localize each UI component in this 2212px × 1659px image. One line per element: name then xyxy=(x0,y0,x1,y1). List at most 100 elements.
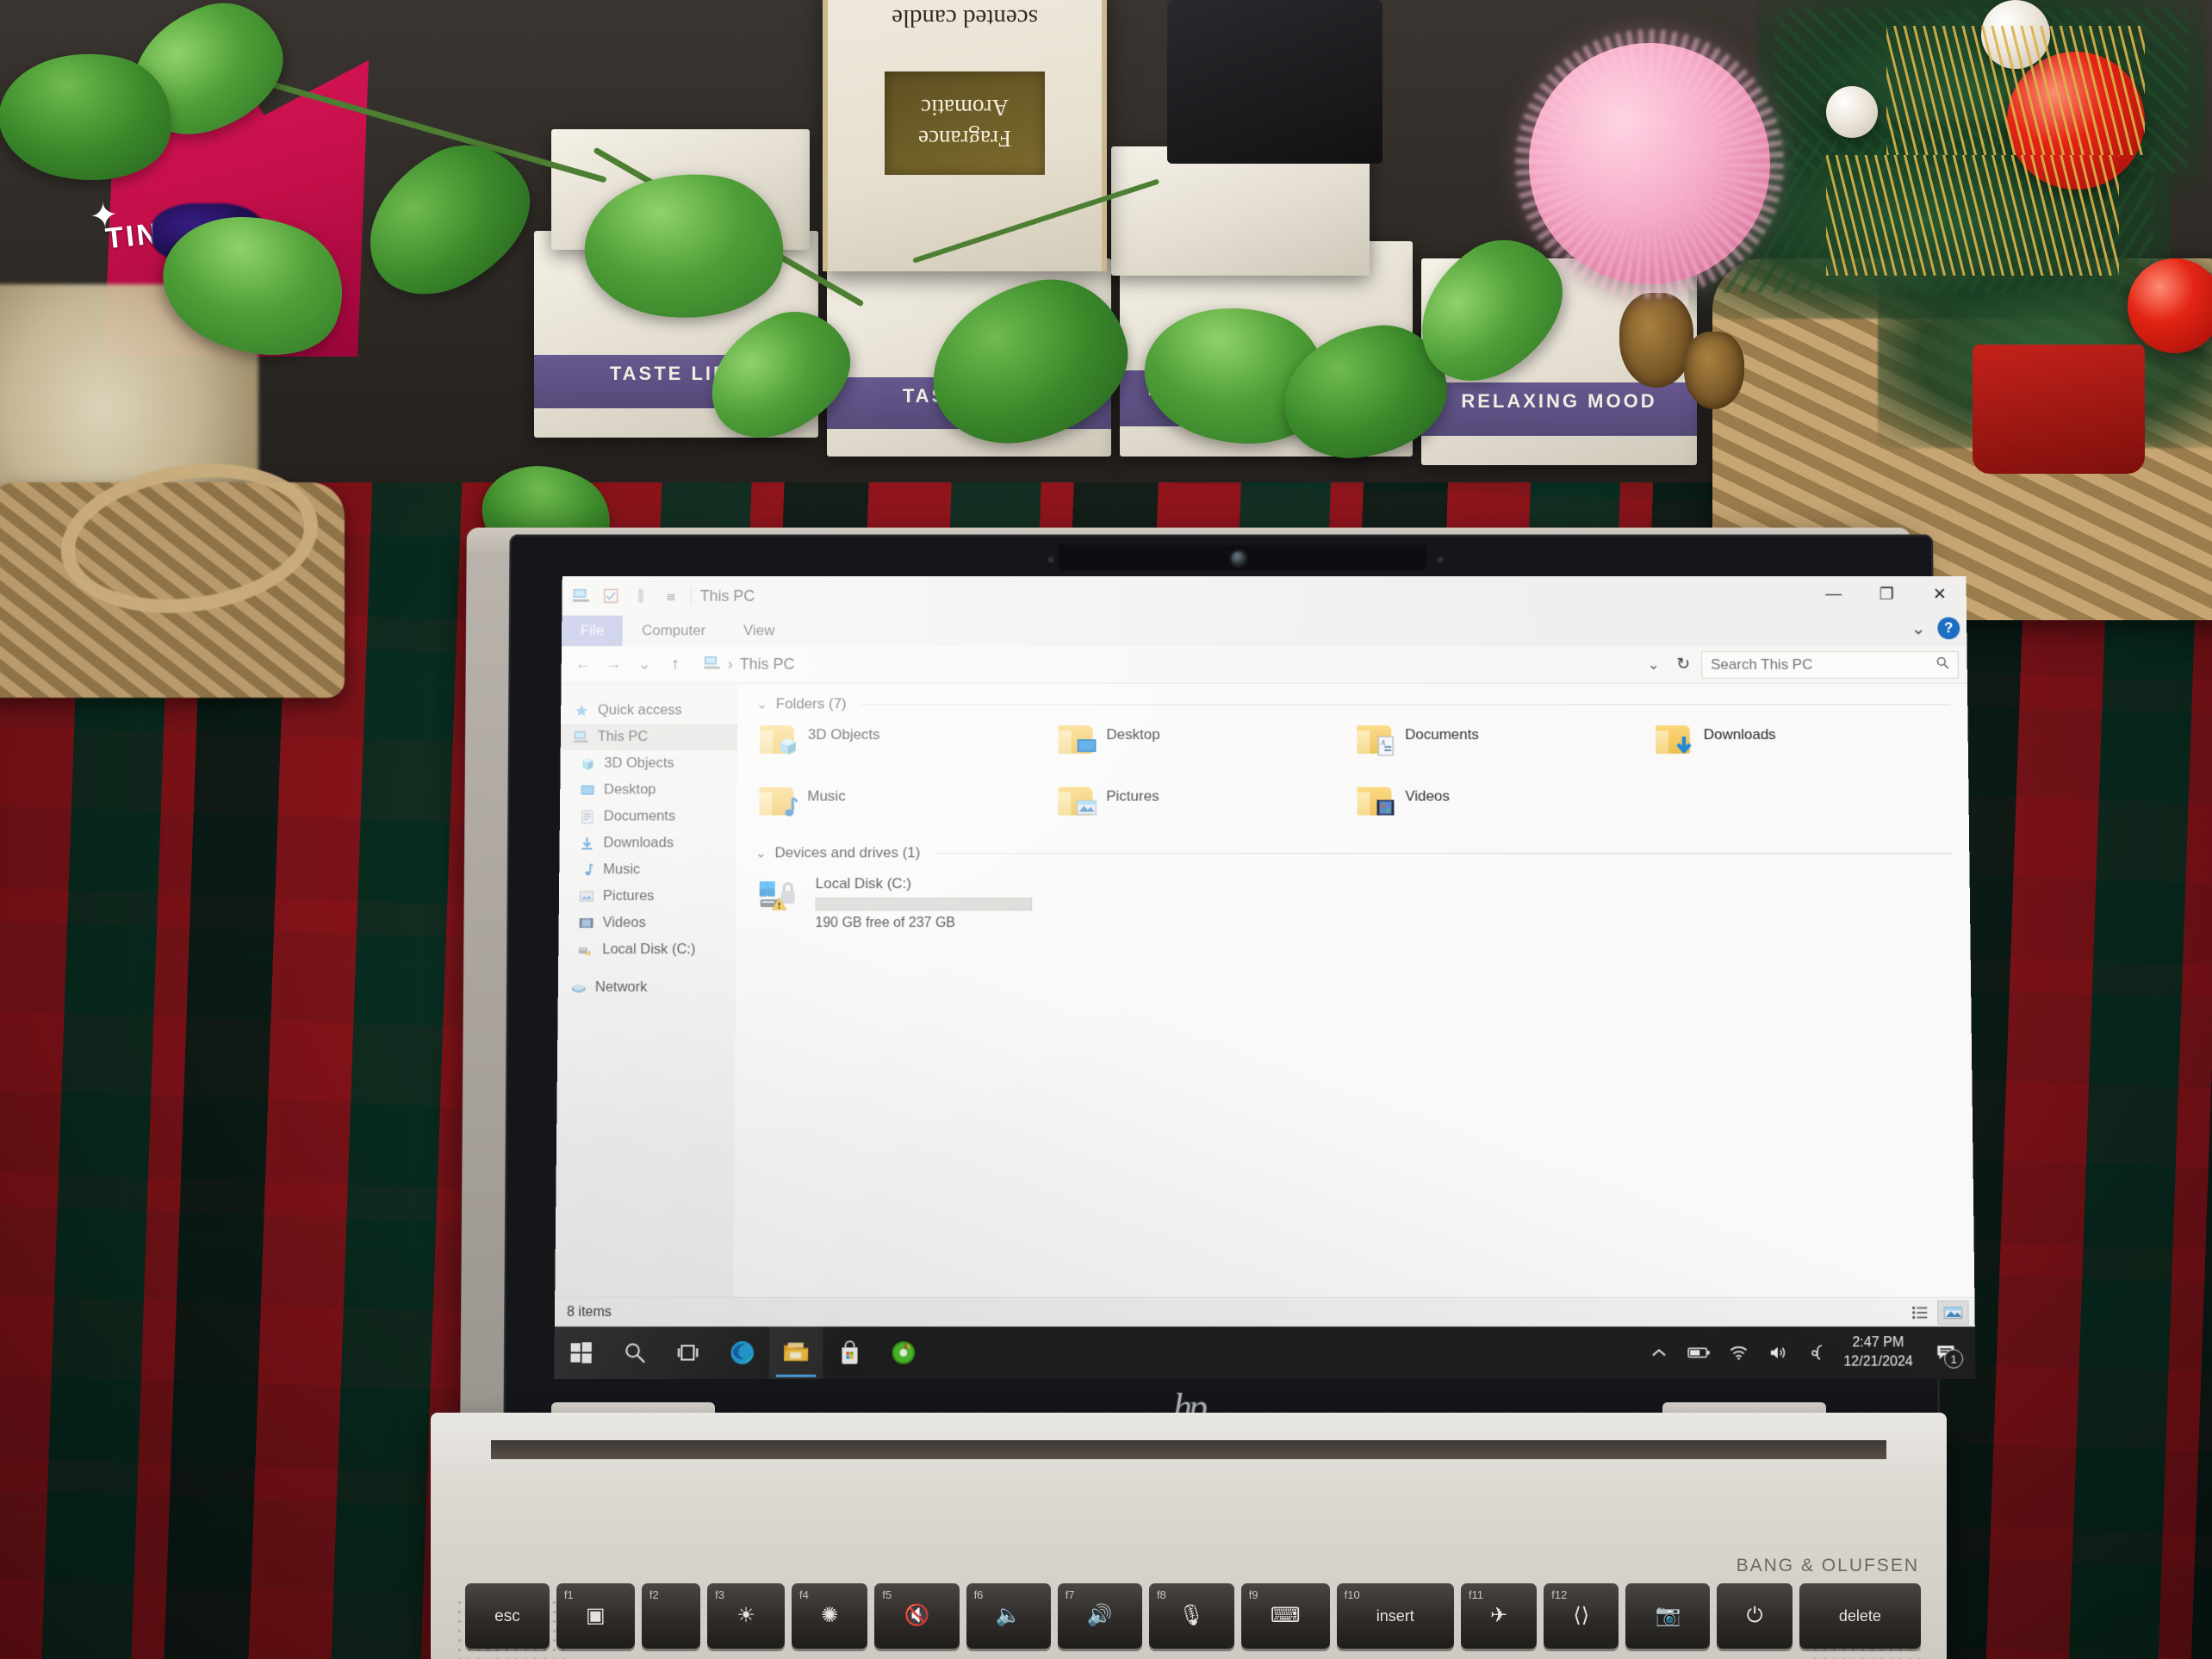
chevron-down-icon[interactable]: ⌄ xyxy=(756,697,767,712)
refresh-button[interactable]: ↻ xyxy=(1670,652,1696,678)
show-hidden-icons-chevron-icon[interactable] xyxy=(1639,1327,1680,1379)
drive-item-local-disk[interactable]: Local Disk (C:) 190 GB free of 237 GB xyxy=(755,867,1953,938)
sidebar-item-music[interactable]: Music xyxy=(559,856,736,883)
wifi-icon[interactable] xyxy=(1718,1327,1759,1379)
sidebar-item-this-pc[interactable]: This PC xyxy=(561,724,737,750)
key-f9-keyboard-backlight[interactable]: f9 ⌨ xyxy=(1241,1583,1330,1649)
key-f1-display-switch[interactable]: f1 ▣ xyxy=(556,1583,635,1649)
microsoft-store-icon[interactable] xyxy=(823,1327,877,1379)
drive-capacity-bar xyxy=(815,898,1032,910)
key-camera-privacy[interactable]: 📷 xyxy=(1625,1583,1710,1649)
pc-icon xyxy=(573,729,590,746)
collapse-ribbon-chevron-icon[interactable]: ⌄ xyxy=(1911,618,1926,639)
key-f2[interactable]: f2 xyxy=(642,1583,700,1649)
folder-item-3d-objects[interactable]: 3D Objects xyxy=(756,718,1055,771)
folders-group-header[interactable]: ⌄ Folders (7) xyxy=(756,696,1950,713)
status-bar: 8 items xyxy=(555,1297,1975,1327)
search-icon[interactable] xyxy=(1936,656,1949,674)
sidebar-item-label: Quick access xyxy=(598,702,682,718)
folder-item-music[interactable]: Music xyxy=(755,780,1054,833)
taskbar-clock[interactable]: 2:47 PM 12/21/2024 xyxy=(1838,1334,1923,1372)
pictures-icon xyxy=(578,888,595,905)
gift-box-band: RELAXING MOOD xyxy=(1421,382,1697,436)
edge-icon[interactable] xyxy=(715,1327,769,1379)
task-view-icon[interactable] xyxy=(662,1327,716,1379)
key-f12-screen-share[interactable]: f12 ⟨⟩ xyxy=(1544,1583,1619,1649)
devices-group-header[interactable]: ⌄ Devices and drives (1) xyxy=(755,844,1952,861)
key-f10-insert[interactable]: f10 insert xyxy=(1337,1583,1454,1649)
key-f5-mute[interactable]: f5 🔇 xyxy=(874,1583,959,1649)
sidebar-item-desktop[interactable]: Desktop xyxy=(560,777,737,804)
volume-icon[interactable] xyxy=(1758,1327,1799,1379)
notification-center-button[interactable]: 1 xyxy=(1923,1327,1970,1379)
chevron-down-icon[interactable]: ⌄ xyxy=(755,845,767,861)
ribbon-right-controls: ⌄ ? xyxy=(1911,617,1960,639)
photo-scene: TASTE LIFE TASTE LIFE RELAXING MOOD ON R… xyxy=(0,0,2212,1659)
sidebar-item-documents[interactable]: Documents xyxy=(560,804,737,830)
pinecone xyxy=(1619,293,1693,388)
tab-file[interactable]: File xyxy=(562,616,623,647)
key-f11-airplane-mode[interactable]: f11 ✈ xyxy=(1461,1583,1537,1649)
search-input[interactable]: Search This PC xyxy=(1701,651,1959,679)
folder-item-pictures[interactable]: Pictures xyxy=(1054,780,1353,833)
windows-taskbar: 2:47 PM 12/21/2024 1 xyxy=(554,1327,1975,1379)
pen-menu-icon[interactable] xyxy=(1799,1327,1839,1379)
key-fn-label: f7 xyxy=(1066,1588,1075,1601)
window-controls[interactable]: — ❐ ✕ xyxy=(1807,576,1967,612)
tab-computer[interactable]: Computer xyxy=(623,616,724,647)
up-button[interactable]: ↑ xyxy=(662,652,688,678)
help-button[interactable]: ? xyxy=(1937,617,1960,639)
network-icon xyxy=(570,979,587,997)
folder-label: Desktop xyxy=(1106,723,1159,743)
folder-item-desktop[interactable]: Desktop xyxy=(1055,718,1354,771)
folder-item-downloads[interactable]: Downloads xyxy=(1652,718,1951,771)
this-pc-icon[interactable] xyxy=(570,586,591,606)
sidebar-item-label: 3D Objects xyxy=(604,755,674,772)
breadcrumb[interactable]: › This PC xyxy=(693,651,805,679)
back-button[interactable]: ← xyxy=(570,652,596,678)
forward-button[interactable]: → xyxy=(600,652,626,678)
details-view-button[interactable] xyxy=(1905,1301,1935,1323)
key-f8-mic-mute[interactable]: f8 🎙 xyxy=(1149,1583,1234,1649)
key-f7-volume-up[interactable]: f7 🔊 xyxy=(1058,1583,1142,1649)
sidebar-item-quick-access[interactable]: Quick access xyxy=(561,698,737,724)
folder-item-videos[interactable]: Videos xyxy=(1353,780,1652,833)
recent-locations-chevron-icon[interactable]: ⌄ xyxy=(631,652,657,678)
battery-icon[interactable] xyxy=(1679,1327,1719,1379)
maximize-button[interactable]: ❐ xyxy=(1860,576,1913,612)
quick-access-toolbar[interactable]: ≣ xyxy=(570,586,691,606)
key-f4-brightness-up[interactable]: f4 ✺ xyxy=(792,1583,867,1649)
candle-box-plaque: Fragrance Aromatic xyxy=(885,71,1045,175)
properties-icon[interactable] xyxy=(600,586,621,606)
minimize-button[interactable]: — xyxy=(1807,576,1861,612)
key-power[interactable]: ⏻ xyxy=(1717,1583,1792,1649)
key-esc[interactable]: esc xyxy=(465,1583,550,1649)
view-mode-buttons[interactable] xyxy=(1905,1301,1968,1323)
sidebar-item-pictures[interactable]: Pictures xyxy=(559,883,736,910)
search-icon[interactable] xyxy=(608,1327,662,1379)
close-button[interactable]: ✕ xyxy=(1913,576,1967,612)
sidebar-item-downloads[interactable]: Downloads xyxy=(559,830,736,856)
folder-item-documents[interactable]: A Documents xyxy=(1353,718,1652,771)
sidebar-item-local-disk[interactable]: ! Local Disk (C:) xyxy=(558,936,736,963)
start-button[interactable] xyxy=(554,1327,608,1379)
desktop-emblem-icon xyxy=(1076,735,1098,757)
new-folder-icon[interactable] xyxy=(631,586,651,606)
power-icon: ⏻ xyxy=(1747,1606,1763,1626)
folder-grid-filler xyxy=(1652,780,1952,833)
breadcrumb-current[interactable]: This PC xyxy=(740,656,795,674)
customize-quick-access-chevron-icon[interactable]: ≣ xyxy=(661,586,681,606)
address-dropdown-chevron-icon[interactable]: ⌄ xyxy=(1641,656,1665,674)
disc-burner-icon[interactable] xyxy=(877,1327,931,1379)
sidebar-item-3d-objects[interactable]: 3D Objects xyxy=(560,750,737,777)
key-delete[interactable]: delete xyxy=(1799,1583,1921,1649)
file-list-pane[interactable]: ⌄ Folders (7) 3D Objects Desktop A Docum… xyxy=(733,684,1974,1297)
large-icons-view-button[interactable] xyxy=(1938,1301,1967,1323)
key-f6-volume-down[interactable]: f6 🔈 xyxy=(966,1583,1051,1649)
sidebar-item-videos[interactable]: Videos xyxy=(558,910,736,936)
key-f3-brightness-down[interactable]: f3 ☀ xyxy=(707,1583,785,1649)
tab-view[interactable]: View xyxy=(724,616,793,647)
sidebar-item-network[interactable]: Network xyxy=(558,974,736,1001)
address-field-empty[interactable] xyxy=(810,651,1636,679)
file-explorer-icon[interactable] xyxy=(769,1327,823,1379)
